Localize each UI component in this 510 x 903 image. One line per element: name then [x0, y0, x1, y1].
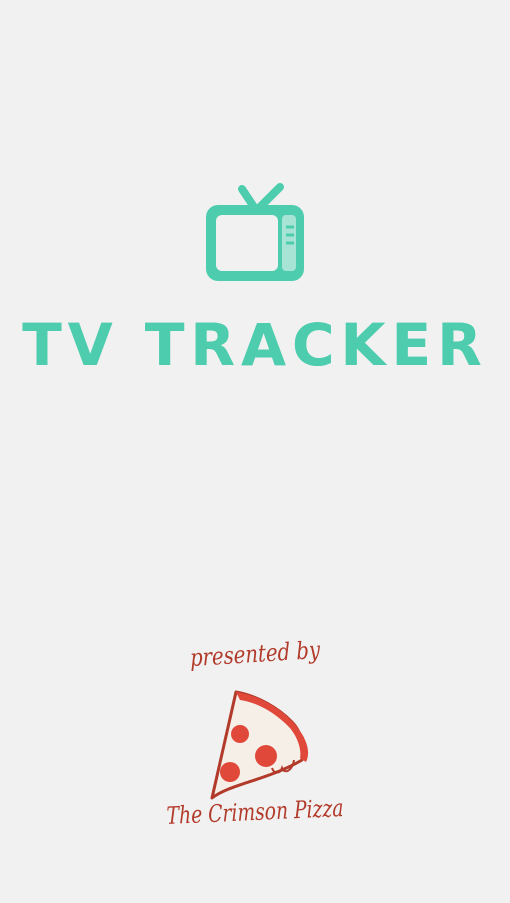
splash-screen: TV TRACKER presented by The Crimson Pizz…: [0, 0, 510, 903]
presented-by-label: presented by: [189, 635, 321, 673]
tv-icon: [206, 183, 304, 281]
pizza-slice-icon: [210, 690, 309, 800]
app-title: TV TRACKER: [22, 311, 488, 379]
